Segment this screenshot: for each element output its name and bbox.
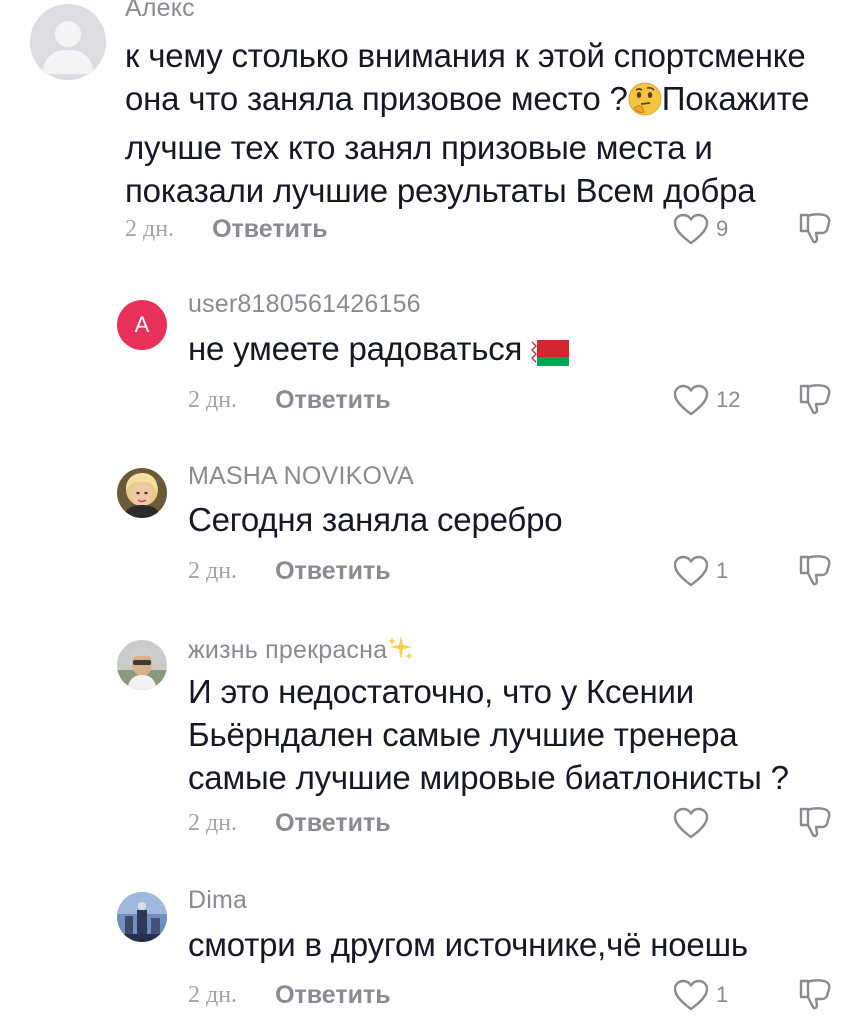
comment-line: самые лучшие мировые биатлонисты ? [188,759,789,796]
comment-username[interactable]: MASHA NOVIKOVA [188,462,414,491]
like-button[interactable]: 9 [672,211,728,247]
dislike-button[interactable] [797,976,833,1012]
comment-date: 2 дн. [125,215,175,242]
thumbs-down-icon [799,807,831,838]
avatar[interactable] [117,892,167,942]
dislike-button[interactable] [797,804,833,840]
comment-line: И это недостаточно, что у Ксении [188,673,694,710]
user-photo-icon [117,640,167,690]
heart-outline-icon [673,555,709,587]
thinking-face-emoji [628,82,662,126]
like-button[interactable]: 12 [672,382,740,418]
user-photo-icon [117,468,167,518]
thumbs-down-icon [799,384,831,415]
comment-line: Бьёрндален самые лучшие тренера [188,716,738,753]
comment-line: она что заняла призовое место ? [125,80,628,117]
sparkles-emoji [387,634,415,669]
heart-outline-icon [673,979,709,1011]
comment-text: И это недостаточно, что у Ксении Бьёрнда… [188,670,789,799]
like-button[interactable]: 1 [672,977,728,1013]
comment-username[interactable]: user8180561426156 [188,290,421,319]
comment-username: жизнь прекрасна [188,634,415,669]
avatar[interactable] [30,4,106,80]
thumbs-down-icon [799,555,831,586]
heart-outline-icon [673,213,709,245]
comment-line: смотри в другом источнике,чё ноешь [188,926,748,963]
comment-date: 2 дн. [188,557,238,584]
belarus-flag-emoji [531,333,570,376]
dislike-button[interactable] [797,210,833,246]
comment-text: не умеете радоваться [188,327,570,376]
comment-username[interactable]: Алекс [125,0,195,23]
comment-line: Покажите [661,80,810,117]
comment-line: не умеете радоваться [188,330,523,367]
comment-line: Сегодня заняла серебро [188,501,563,538]
user-photo-icon [117,892,167,942]
dislike-button[interactable] [797,381,833,417]
comment-date: 2 дн. [188,981,238,1008]
comment-username-text[interactable]: жизнь прекрасна [188,636,387,664]
comment-line: к чему столько внимания к этой спортсмен… [125,37,806,74]
comment-meta: 2 дн. Ответить [125,212,328,246]
like-button[interactable] [672,805,716,841]
comment-date: 2 дн. [188,386,238,413]
avatar[interactable] [117,468,167,518]
heart-outline-icon [673,807,709,839]
avatar[interactable]: A [117,300,167,350]
comment-meta: 2 дн. Ответить [188,978,391,1012]
thumbs-down-icon [799,979,831,1010]
reply-button[interactable]: Ответить [275,557,391,586]
reply-button[interactable]: Ответить [212,215,328,244]
comment-date: 2 дн. [188,809,238,836]
like-count: 1 [716,558,729,583]
thumbs-down-icon [799,213,831,244]
comment-meta: 2 дн. Ответить [188,554,391,588]
like-button[interactable]: 1 [672,553,728,589]
comment-meta: 2 дн. Ответить [188,383,391,417]
comment-text: Сегодня заняла серебро [188,498,563,541]
comment-line: лучше тех кто занял призовые места и [125,129,713,166]
dislike-button[interactable] [797,552,833,588]
like-count: 9 [716,216,729,241]
avatar[interactable] [117,640,167,690]
comment-text: смотри в другом источнике,чё ноешь [188,923,748,966]
reply-button[interactable]: Ответить [275,809,391,838]
like-count: 12 [716,387,741,412]
comment-line: показали лучшие результаты Всем добра [125,172,756,209]
avatar-letter: A [134,312,150,337]
comment-meta: 2 дн. Ответить [188,806,391,840]
reply-button[interactable]: Ответить [275,981,391,1010]
comment-text: к чему столько внимания к этой спортсмен… [125,34,809,212]
reply-button[interactable]: Ответить [275,386,391,415]
default-user-icon [30,4,106,80]
comment-username[interactable]: Dima [188,886,247,915]
heart-outline-icon [673,384,709,416]
like-count: 1 [716,982,729,1007]
